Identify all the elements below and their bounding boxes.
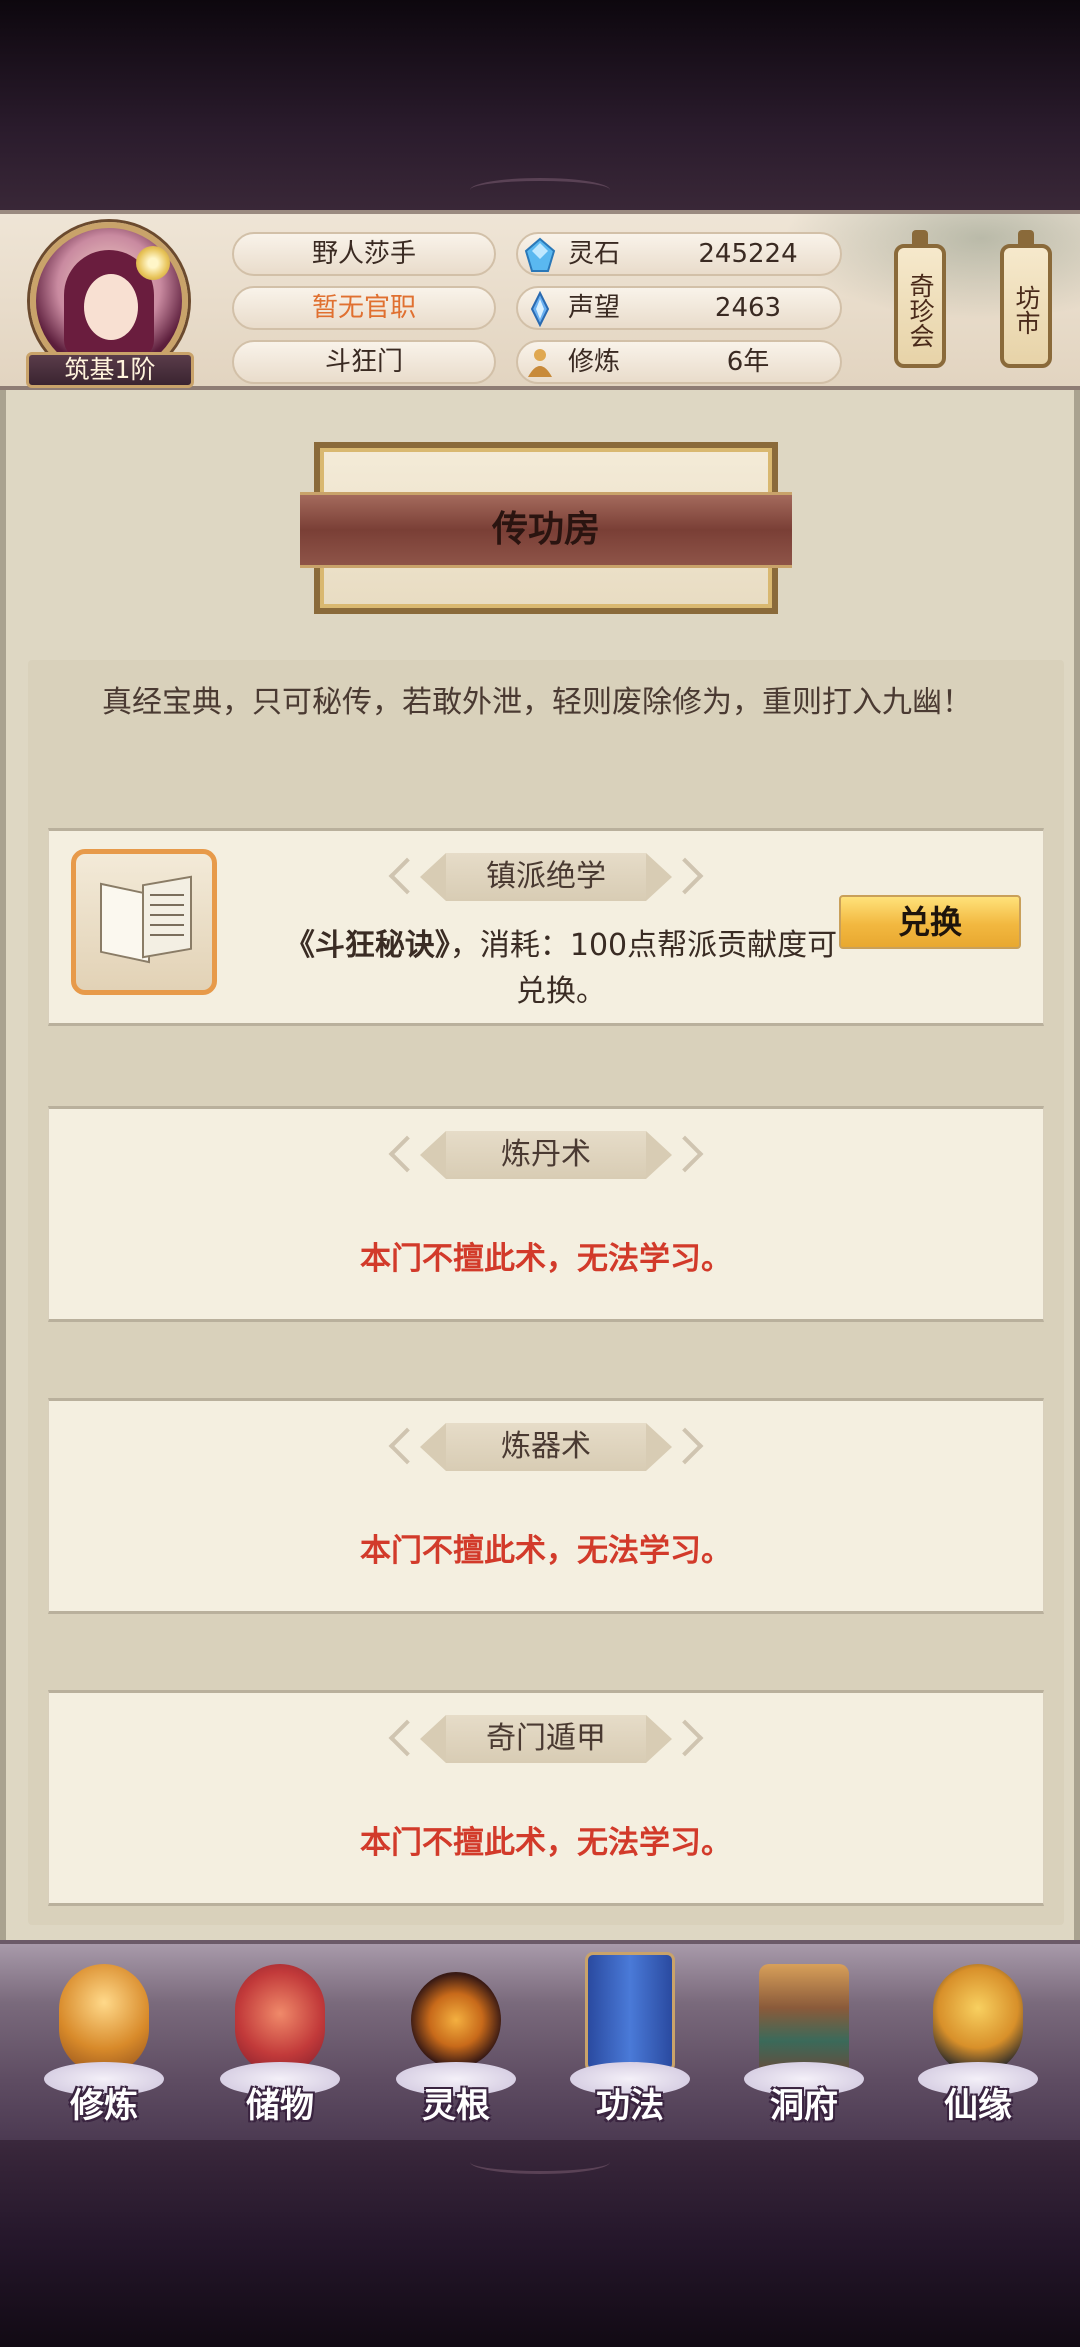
nav-label: 修炼 [70, 2086, 138, 2126]
nav-label: 洞府 [770, 2086, 838, 2126]
resource-label: 声望 [568, 293, 621, 323]
technique-card: 镇派绝学 《斗狂秘诀》，消耗：100点帮派贡献度可兑换。 兑换 [48, 828, 1044, 1026]
card-title: 奇门遁甲 [486, 1721, 606, 1756]
top-decor-band [0, 0, 1080, 215]
avatar-face [84, 274, 138, 340]
chevron-left-icon [388, 1427, 426, 1465]
spirit-root-icon [411, 1972, 501, 2068]
treasure-auction-button[interactable]: 奇珍会 [894, 230, 946, 368]
artifact-crafting-card: 炼器术 本门不擅此术，无法学习。 [48, 1398, 1044, 1614]
card-header: 炼丹术 [49, 1131, 1043, 1181]
book-icon[interactable] [71, 849, 217, 995]
player-name: 野人莎手 [232, 232, 496, 276]
nav-cultivate[interactable]: 修炼 [34, 1952, 174, 2132]
chevron-right-icon [666, 1135, 704, 1173]
card-message: 本门不擅此术，无法学习。 [360, 1533, 732, 1569]
chevron-left-icon [388, 1135, 426, 1173]
technique-cost: ，消耗：100点帮派贡献度可兑换。 [449, 928, 838, 1009]
bottom-ornament [470, 2150, 610, 2174]
resource-value: 2463 [714, 293, 782, 323]
resource-value: 6年 [726, 347, 770, 377]
reputation-icon [530, 291, 550, 327]
qimen-card: 奇门遁甲 本门不擅此术，无法学习。 [48, 1690, 1044, 1906]
resource-cultivation: 修炼 6年 [516, 340, 842, 384]
chevron-right-icon [666, 1427, 704, 1465]
card-header: 奇门遁甲 [49, 1715, 1043, 1765]
official-title: 暂无官职 [232, 286, 496, 330]
spirit-stone-icon [524, 237, 556, 272]
card-message: 本门不擅此术，无法学习。 [360, 1241, 732, 1277]
resource-spirit-stone: 灵石 245224 [516, 232, 842, 276]
main-panel: 传功房 真经宝典，只可秘传，若敢外泄，轻则废除修为，重则打入九幽！ 镇派绝学 《… [0, 390, 1080, 1940]
nav-storage[interactable]: 储物 [210, 1952, 350, 2132]
resource-label: 修炼 [568, 347, 621, 377]
nav-label: 仙缘 [944, 2086, 1012, 2126]
card-title: 炼器术 [501, 1429, 591, 1464]
chevron-left-icon [388, 1719, 426, 1757]
nav-cave[interactable]: 洞府 [734, 1952, 874, 2132]
card-message: 本门不擅此术，无法学习。 [360, 1825, 732, 1861]
nav-spirit-root[interactable]: 灵根 [386, 1952, 526, 2132]
immortal-fate-icon [933, 1964, 1023, 2074]
alchemy-card: 炼丹术 本门不擅此术，无法学习。 [48, 1106, 1044, 1322]
motto-text: 真经宝典，只可秘传，若敢外泄，轻则废除修为，重则打入九幽！ [102, 685, 972, 720]
market-button[interactable]: 坊市 [1000, 230, 1052, 368]
top-ornament [470, 178, 610, 202]
cultivation-icon [528, 349, 552, 377]
bottom-nav: 修炼 储物 灵根 功法 洞府 仙缘 [0, 1940, 1080, 2140]
chevron-right-icon [666, 857, 704, 895]
nav-label: 功法 [596, 2086, 664, 2126]
nav-technique[interactable]: 功法 [560, 1952, 700, 2132]
resource-label: 灵石 [568, 239, 621, 269]
technique-name: 《斗狂秘诀》 [284, 928, 450, 963]
card-title: 镇派绝学 [486, 859, 606, 894]
technique-description: 《斗狂秘诀》，消耗：100点帮派贡献度可兑换。 [281, 923, 841, 1015]
exchange-button[interactable]: 兑换 [839, 895, 1021, 949]
resource-value: 245224 [698, 239, 798, 269]
sect-name: 斗狂门 [232, 340, 496, 384]
chevron-right-icon [666, 1719, 704, 1757]
page-title-banner: 传功房 [300, 442, 792, 614]
page-title: 传功房 [300, 492, 792, 568]
nav-immortal-fate[interactable]: 仙缘 [908, 1952, 1048, 2132]
bottom-decor-band [0, 2140, 1080, 2347]
chevron-left-icon [388, 857, 426, 895]
resource-reputation: 声望 2463 [516, 286, 842, 330]
hair-flower-icon [136, 246, 170, 280]
cultivate-icon [59, 1964, 149, 2074]
nav-label: 灵根 [422, 2086, 490, 2126]
card-header: 炼器术 [49, 1423, 1043, 1473]
card-title: 炼丹术 [501, 1137, 591, 1172]
rank-badge: 筑基1阶 [26, 352, 194, 388]
nav-label: 储物 [246, 2086, 314, 2126]
cave-dwelling-icon [759, 1964, 849, 2074]
player-header: 筑基1阶 野人莎手 暂无官职 斗狂门 灵石 245224 声望 2463 修炼 … [0, 210, 1080, 390]
technique-book-icon [585, 1952, 675, 2072]
storage-bag-icon [235, 1964, 325, 2074]
